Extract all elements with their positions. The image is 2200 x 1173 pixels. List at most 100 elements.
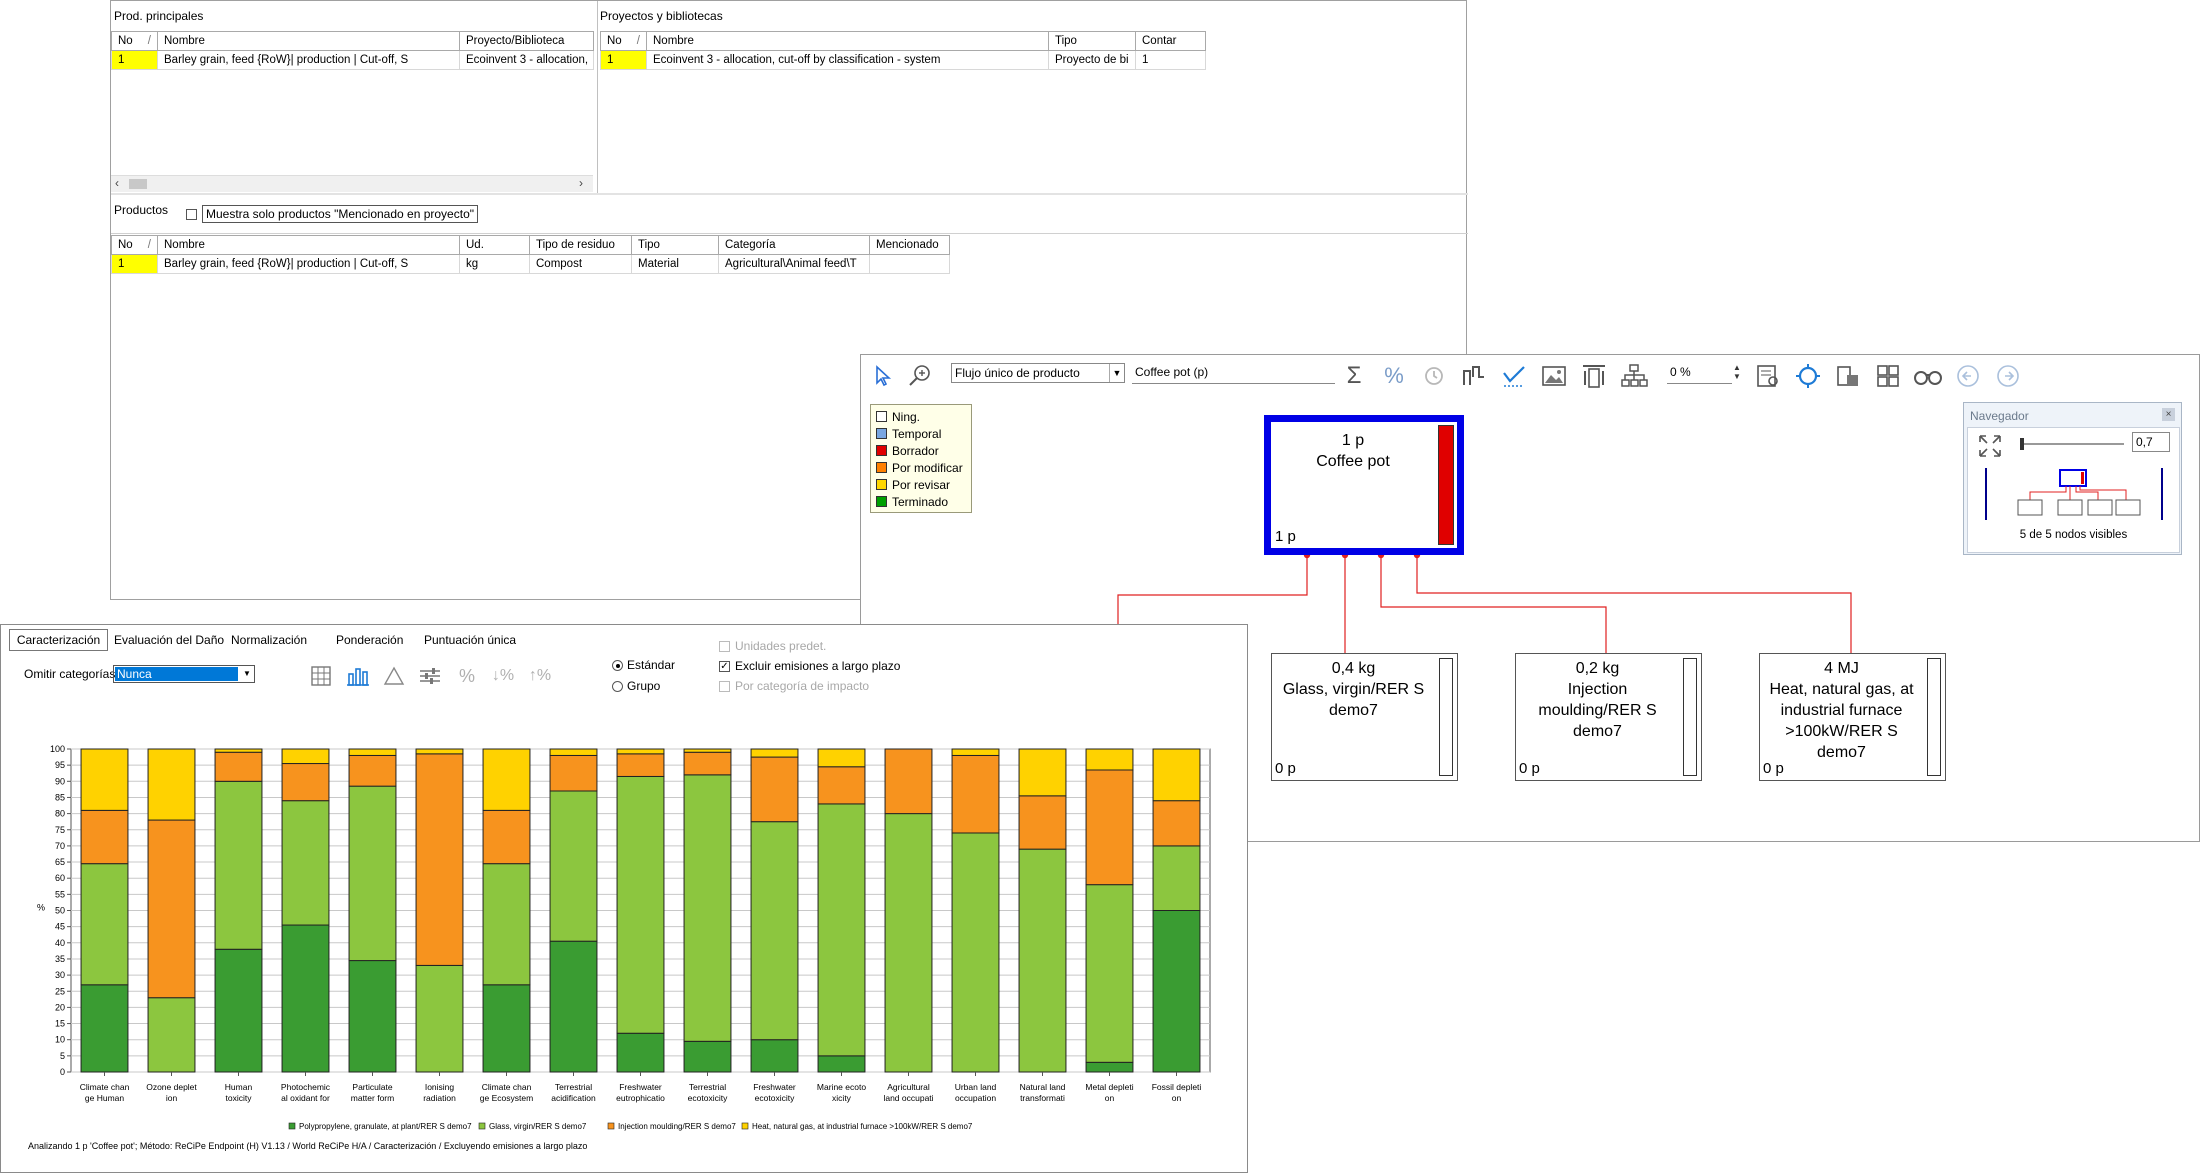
- node-amount: 4 MJ: [1824, 660, 1859, 677]
- bar-segment: [549, 754, 598, 792]
- navigator-body: 0,7 5 de 5 nodos visibles: [1967, 427, 2180, 553]
- bar-segment: [616, 748, 665, 755]
- child-process-node[interactable]: 0,2 kg Injection moulding/RER S demo7 0 …: [1515, 653, 1702, 781]
- row-nombre[interactable]: Barley grain, feed {RoW}| production | C…: [157, 254, 460, 274]
- excluir-emisiones-label[interactable]: Excluir emisiones a largo plazo: [735, 659, 900, 673]
- table-row[interactable]: 1 Barley grain, feed {RoW}| production |…: [111, 254, 950, 274]
- scroll-left-icon[interactable]: ‹: [115, 176, 119, 190]
- y-tick-label: 5: [60, 1051, 65, 1061]
- unidades-predet-checkbox[interactable]: [719, 641, 730, 652]
- x-tick-label: matter form: [351, 1093, 394, 1103]
- x-tick-label: Freshwater: [619, 1082, 662, 1092]
- child-process-node[interactable]: 0,4 kg Glass, virgin/RER S demo7 0 p: [1271, 653, 1458, 781]
- por-categoria-checkbox[interactable]: [719, 681, 730, 692]
- expand-icon[interactable]: [1976, 432, 2004, 463]
- x-tick-label: Metal depleti: [1085, 1082, 1133, 1092]
- x-tick-label: Terrestrial: [689, 1082, 726, 1092]
- tab-caracterizacion[interactable]: Caracterización: [9, 629, 108, 651]
- zoom-slider[interactable]: [2020, 438, 2124, 452]
- bar-segment: [884, 748, 933, 815]
- column-header-contar[interactable]: Contar: [1135, 31, 1206, 51]
- bar-segment: [482, 748, 531, 811]
- tab-puntuacion-unica[interactable]: Puntuación única: [424, 633, 516, 647]
- column-header-no[interactable]: No /: [111, 235, 158, 255]
- horizontal-scrollbar[interactable]: ‹ ›: [111, 175, 593, 192]
- row-tipo-residuo[interactable]: Compost: [529, 254, 632, 274]
- y-tick-label: 70: [55, 841, 65, 851]
- row-proyecto[interactable]: Ecoinvent 3 - allocation,: [459, 50, 594, 70]
- x-tick-label: ge Human: [85, 1093, 124, 1103]
- child-process-node[interactable]: 4 MJ Heat, natural gas, at industrial fu…: [1759, 653, 1946, 781]
- omit-categories-select[interactable]: Nunca ▼: [113, 665, 255, 683]
- radio-estandar[interactable]: [612, 660, 623, 671]
- unidades-predet-label[interactable]: Unidades predet.: [735, 639, 826, 653]
- sliders-icon[interactable]: [415, 661, 445, 691]
- table-icon[interactable]: [306, 661, 336, 691]
- column-header-nombre[interactable]: Nombre: [157, 235, 460, 255]
- row-nombre[interactable]: Barley grain, feed {RoW}| production | C…: [157, 50, 460, 70]
- row-contar[interactable]: 1: [1135, 50, 1206, 70]
- y-tick-label: 85: [55, 792, 65, 802]
- slider-thumb[interactable]: [2020, 438, 2024, 450]
- tab-evaluacion-dano[interactable]: Evaluación del Daño: [114, 633, 224, 647]
- scroll-right-icon[interactable]: ›: [579, 176, 583, 190]
- bar-chart-icon[interactable]: [343, 661, 373, 691]
- x-tick-label: Climate chan: [80, 1082, 130, 1092]
- tab-ponderacion[interactable]: Ponderación: [336, 633, 403, 647]
- bar-segment: [616, 775, 665, 1034]
- column-header-ud[interactable]: Ud.: [459, 235, 530, 255]
- navigator-panel: Navegador × 0,7 5 de 5 nodos visibles: [1963, 402, 2182, 555]
- bar-segment: [482, 984, 531, 1073]
- splitter[interactable]: [111, 193, 1468, 195]
- percent-arrow-icon[interactable]: %: [452, 661, 482, 691]
- mencionado-checkbox-label[interactable]: Muestra solo productos "Mencionado en pr…: [202, 205, 479, 223]
- radio-estandar-label[interactable]: Estándar: [627, 658, 675, 672]
- column-header-nombre[interactable]: Nombre: [157, 31, 460, 51]
- radio-grupo-label[interactable]: Grupo: [627, 679, 660, 693]
- x-tick-label: al oxidant for: [281, 1093, 330, 1103]
- pane-divider[interactable]: [597, 1, 598, 193]
- root-process-node[interactable]: 1 p Coffee pot 1 p: [1264, 415, 1464, 555]
- close-icon[interactable]: ×: [2162, 408, 2175, 421]
- percent-up-icon[interactable]: ↑%: [525, 661, 555, 691]
- column-header-nombre[interactable]: Nombre: [646, 31, 1049, 51]
- bar-segment: [549, 940, 598, 1073]
- x-tick-label: Fossil depleti: [1152, 1082, 1202, 1092]
- mencionado-checkbox[interactable]: [186, 209, 197, 220]
- table-row[interactable]: 1 Barley grain, feed {RoW}| production |…: [111, 50, 594, 70]
- column-header-mencionado[interactable]: Mencionado: [869, 235, 950, 255]
- row-categoria[interactable]: Agricultural\Animal feed\T: [718, 254, 870, 274]
- excluir-emisiones-checkbox[interactable]: ✓: [719, 661, 730, 672]
- row-nombre[interactable]: Ecoinvent 3 - allocation, cut-off by cla…: [646, 50, 1049, 70]
- radio-grupo[interactable]: [612, 681, 623, 692]
- bar-segment: [750, 756, 799, 823]
- row-ud[interactable]: kg: [459, 254, 530, 274]
- triangle-icon[interactable]: [379, 661, 409, 691]
- chevron-down-icon[interactable]: ▼: [240, 666, 254, 682]
- zoom-value-input[interactable]: 0,7: [2132, 432, 2170, 452]
- navigator-minimap[interactable]: [1984, 466, 2164, 522]
- row-no[interactable]: 1: [600, 50, 647, 70]
- column-header-proyecto[interactable]: Proyecto/Biblioteca: [459, 31, 594, 51]
- bar-segment: [147, 819, 196, 999]
- row-no[interactable]: 1: [111, 50, 158, 70]
- productos-table: No / Nombre Ud. Tipo de residuo Tipo Cat…: [111, 235, 950, 274]
- row-tipo[interactable]: Proyecto de bi: [1048, 50, 1136, 70]
- table-row[interactable]: 1 Ecoinvent 3 - allocation, cut-off by c…: [600, 50, 1206, 70]
- percent-down-icon[interactable]: ↓%: [488, 661, 518, 691]
- column-header-tipo[interactable]: Tipo: [631, 235, 719, 255]
- row-tipo[interactable]: Material: [631, 254, 719, 274]
- column-header-no[interactable]: No /: [600, 31, 647, 51]
- scroll-thumb[interactable]: [129, 179, 147, 189]
- por-categoria-label[interactable]: Por categoría de impacto: [735, 679, 869, 693]
- column-header-no[interactable]: No /: [111, 31, 158, 51]
- column-header-tipo[interactable]: Tipo: [1048, 31, 1136, 51]
- column-header-tipo-residuo[interactable]: Tipo de residuo: [529, 235, 632, 255]
- column-header-categoria[interactable]: Categoría: [718, 235, 870, 255]
- row-mencionado[interactable]: [869, 254, 950, 274]
- omit-categories-value: Nunca: [115, 667, 238, 681]
- x-tick-label: radiation: [423, 1093, 456, 1103]
- row-no[interactable]: 1: [111, 254, 158, 274]
- bar-segment: [214, 748, 263, 753]
- tab-normalizacion[interactable]: Normalización: [231, 633, 307, 647]
